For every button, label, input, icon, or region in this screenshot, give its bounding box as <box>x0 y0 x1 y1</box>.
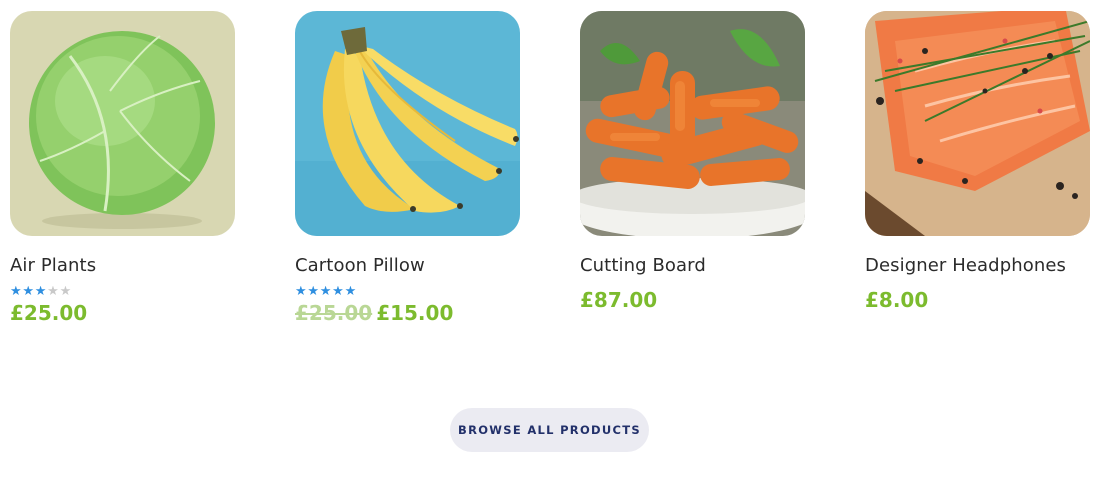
star-icon: ★ <box>295 286 307 298</box>
star-icon: ★ <box>10 286 22 298</box>
current-price: £8.00 <box>865 288 929 312</box>
product-card: Cartoon Pillow ★ ★ ★ ★ ★ £25.00 £15.00 <box>295 11 521 325</box>
bananas-image <box>295 11 520 236</box>
star-icon: ★ <box>34 286 47 298</box>
product-card: Air Plants ★ ★ ★ ★ ★ £25.00 <box>10 11 236 325</box>
current-price: £25.00 <box>10 301 88 325</box>
star-icon: ★ <box>47 286 59 298</box>
current-price: £15.00 <box>376 301 454 325</box>
star-rating: ★ ★ ★ ★ ★ <box>10 286 236 298</box>
old-price: £25.00 <box>295 301 373 325</box>
product-card: Cutting Board £87.00 <box>580 11 806 325</box>
product-image-link[interactable] <box>295 11 520 236</box>
product-image-link[interactable] <box>10 11 235 236</box>
product-title[interactable]: Cartoon Pillow <box>295 255 521 277</box>
browse-all-products-button[interactable]: BROWSE ALL PRODUCTS <box>450 408 649 452</box>
product-title[interactable]: Designer Headphones <box>865 255 1091 277</box>
star-rating: ★ ★ ★ ★ ★ <box>295 286 521 298</box>
product-card: Designer Headphones £8.00 <box>865 11 1091 325</box>
product-price: £87.00 <box>580 288 806 312</box>
carrots-image <box>580 11 805 236</box>
product-price: £25.00 £15.00 <box>295 301 521 325</box>
product-grid: Air Plants ★ ★ ★ ★ ★ £25.00 Cartoon Pill… <box>10 11 1091 325</box>
star-icon: ★ <box>59 286 72 298</box>
salmon-image <box>865 11 1090 236</box>
star-icon: ★ <box>332 286 344 298</box>
product-price: £25.00 <box>10 301 236 325</box>
product-title[interactable]: Cutting Board <box>580 255 806 277</box>
star-icon: ★ <box>319 286 332 298</box>
product-image-link[interactable] <box>580 11 805 236</box>
current-price: £87.00 <box>580 288 658 312</box>
product-grid-section: Air Plants ★ ★ ★ ★ ★ £25.00 Cartoon Pill… <box>0 0 1100 495</box>
star-icon: ★ <box>22 286 35 298</box>
cabbage-image <box>10 11 235 236</box>
product-price: £8.00 <box>865 288 1091 312</box>
star-icon: ★ <box>344 286 357 298</box>
product-title[interactable]: Air Plants <box>10 255 236 277</box>
product-image-link[interactable] <box>865 11 1090 236</box>
star-icon: ★ <box>307 286 320 298</box>
